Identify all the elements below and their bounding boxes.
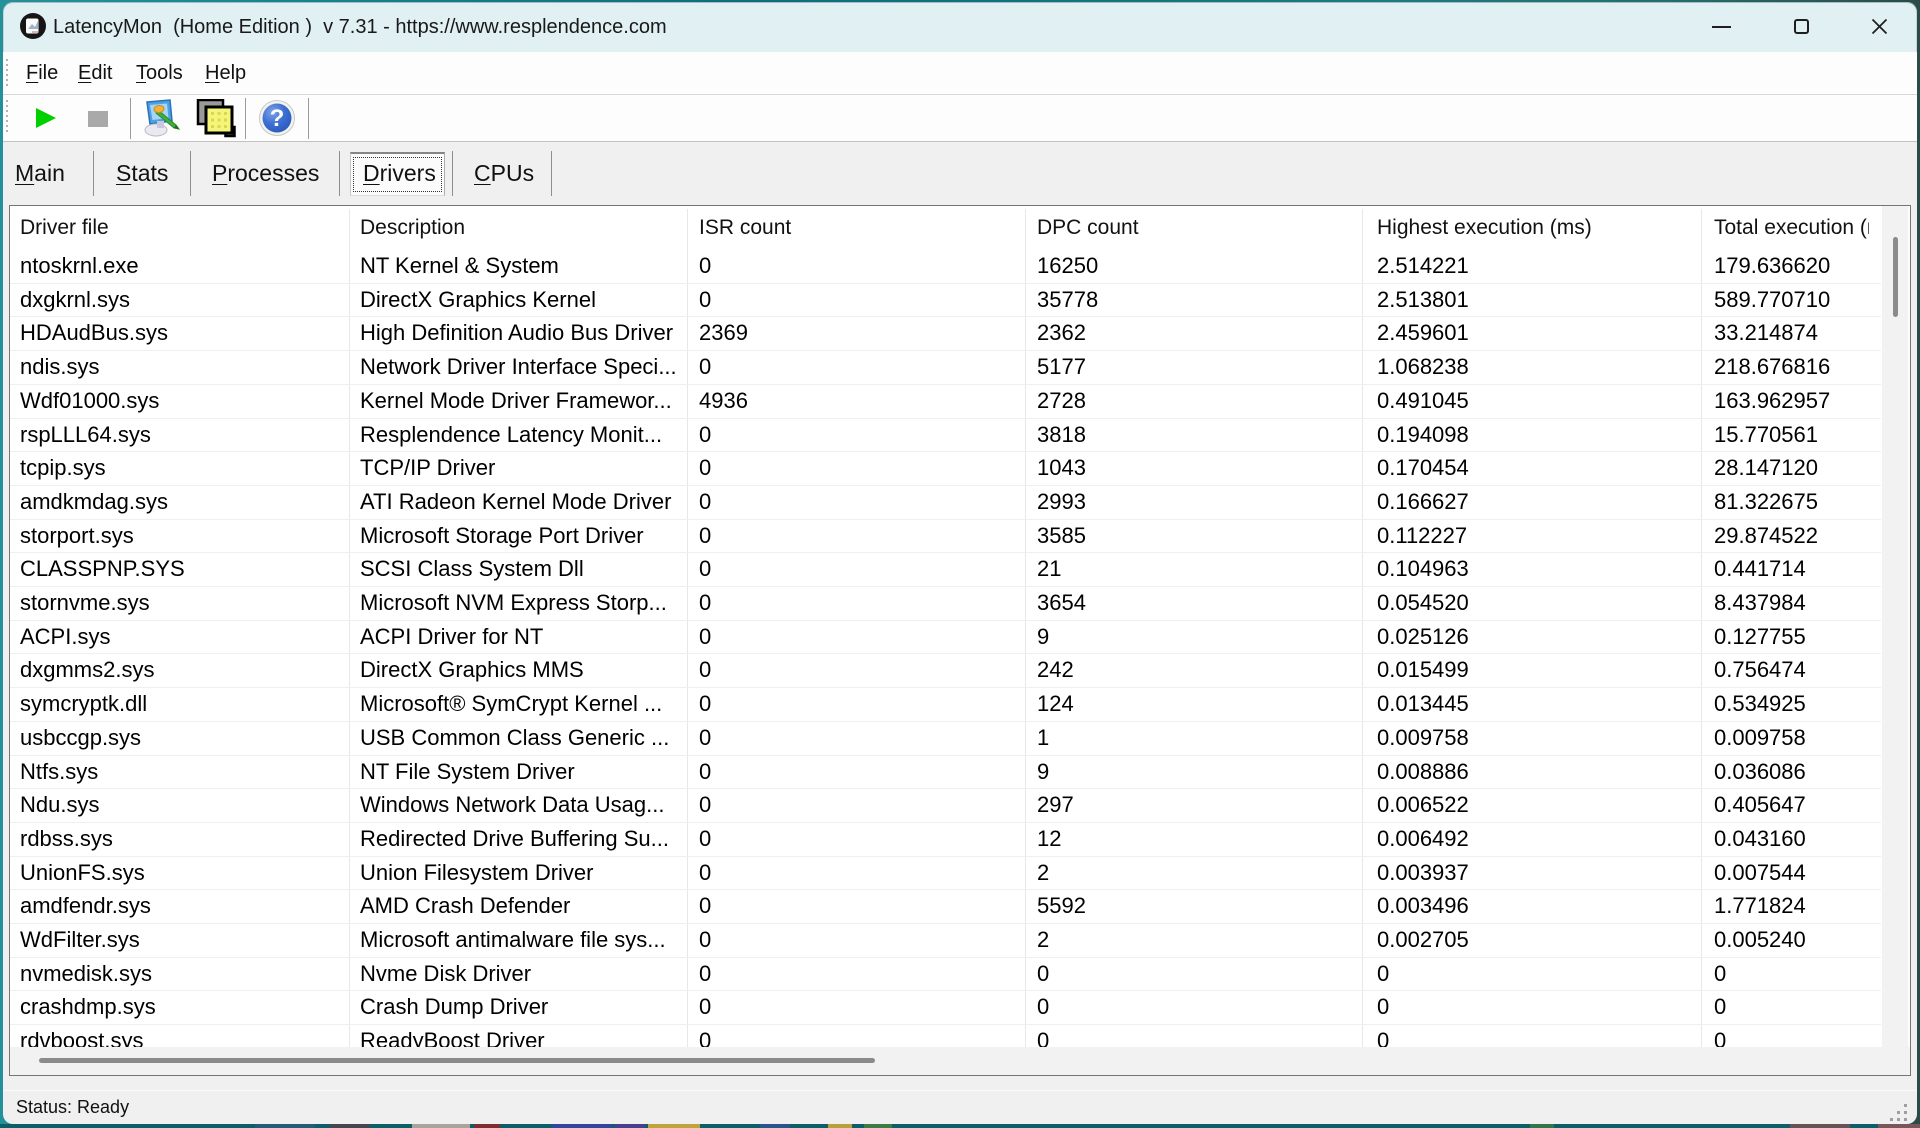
svg-text:?: ? xyxy=(270,105,285,132)
